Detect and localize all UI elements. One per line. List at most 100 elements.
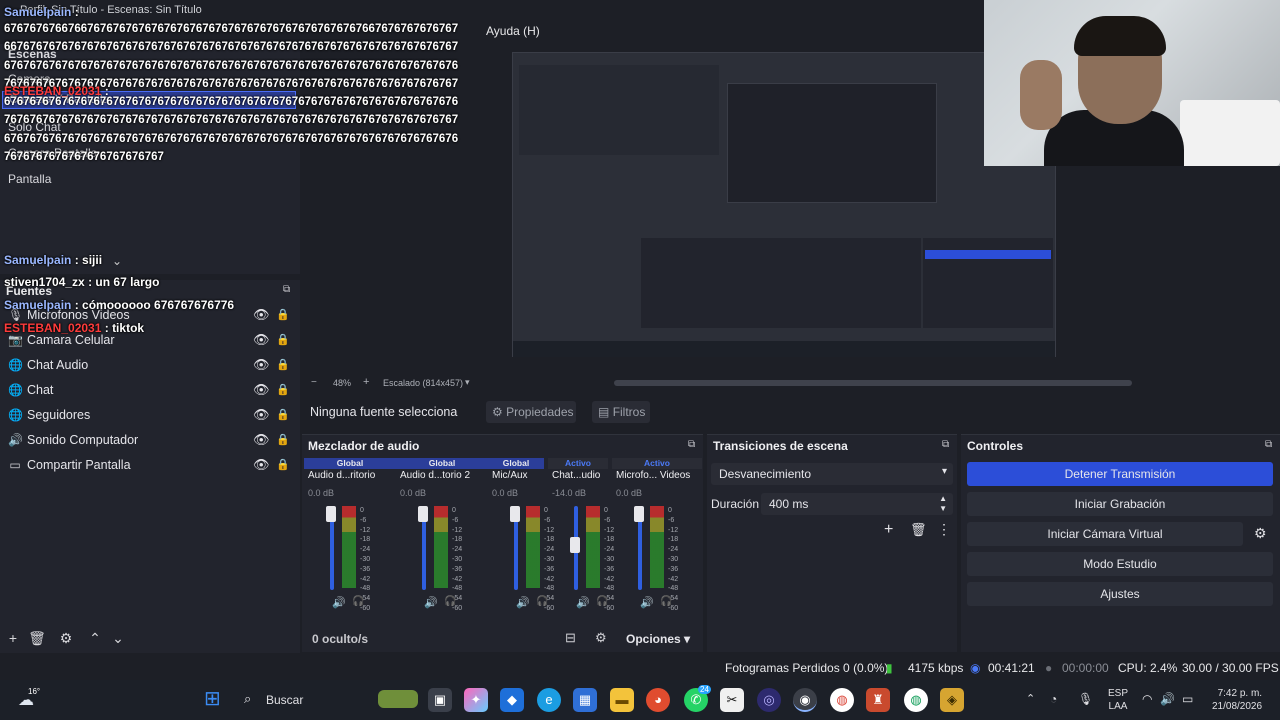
preview-scrollbar[interactable] (614, 380, 1132, 386)
language-indicator[interactable]: ESP LAA (1108, 687, 1128, 713)
tray-app-icon[interactable]: ◔ (1050, 692, 1057, 706)
start-icon[interactable]: ⊞ (204, 688, 226, 710)
search-placeholder: Buscar (266, 693, 304, 707)
microphone-icon[interactable]: 🎙 (1078, 692, 1093, 706)
app4-icon[interactable]: ◈ (940, 688, 964, 712)
duration-value: 400 ms (769, 497, 809, 511)
task-view-icon[interactable]: ▣ (428, 688, 452, 712)
channel-name[interactable]: Audio d...ritorio (308, 470, 375, 481)
wifi-icon[interactable]: ◠ (1142, 692, 1152, 706)
channel-name[interactable]: Microfo... Videos (616, 470, 690, 481)
remove-transition-icon[interactable]: 🗑 (910, 522, 927, 538)
dock-popout-icon[interactable]: ⧉ (942, 439, 954, 451)
add-source-button[interactable]: + (4, 629, 22, 647)
channel-name[interactable]: Chat...udio (552, 470, 600, 481)
lock-icon[interactable]: 🔒 (276, 433, 290, 446)
remove-source-icon[interactable]: 🗑 (28, 629, 46, 647)
chat-message: stiven1704_zx : un 67 largo (4, 273, 159, 291)
studio-mode-button[interactable]: Modo Estudio (967, 552, 1273, 576)
dropbox-icon[interactable]: ◆ (500, 688, 524, 712)
virtual-camera-button[interactable]: Iniciar Cámara Virtual (967, 522, 1243, 546)
lock-icon[interactable]: 🔒 (276, 408, 290, 421)
lock-icon[interactable]: 🔒 (276, 458, 290, 471)
webcam-background (1180, 100, 1280, 166)
chrome-icon[interactable]: ◍ (830, 688, 854, 712)
mixer-options-button[interactable]: Opciones ▾ (626, 632, 690, 646)
dock-popout-icon[interactable]: ⧉ (1265, 439, 1277, 451)
advanced-audio-icon[interactable]: ⚙ (595, 630, 607, 646)
clock[interactable]: 7:42 p. m. 21/08/2026 (1212, 687, 1262, 713)
channel-name[interactable]: Mic/Aux (492, 470, 528, 481)
chat-message: ESTEBAN_02031 : tiktok (4, 319, 144, 337)
app3-icon[interactable]: ♜ (866, 688, 890, 712)
filters-button[interactable]: ▤ Filtros (592, 401, 650, 423)
transition-select[interactable]: Desvanecimiento ▾ (711, 463, 953, 485)
eye-icon[interactable]: 👁 (253, 382, 270, 398)
move-down-icon[interactable]: ⌄ (109, 629, 127, 647)
dock-popout-icon[interactable]: ⧉ (688, 439, 700, 451)
stop-stream-button[interactable]: Detener Transmisión (967, 462, 1273, 486)
copilot-icon[interactable]: ✦ (464, 688, 488, 712)
volume-slider-handle[interactable] (326, 506, 336, 522)
mute-icon[interactable]: 🔊 (516, 596, 530, 609)
zoom-out-icon[interactable]: − (311, 377, 317, 388)
monitor-icon[interactable]: 🎧 (660, 596, 672, 607)
start-recording-button[interactable]: Iniciar Grabación (967, 492, 1273, 516)
mute-icon[interactable]: 🔊 (332, 596, 346, 609)
source-row[interactable]: ▭ Compartir Pantalla 👁 🔒 (0, 454, 300, 479)
volume-slider-handle[interactable] (510, 506, 520, 522)
source-row[interactable]: 🔊 Sonido Computador 👁 🔒 (0, 429, 300, 454)
app2-icon[interactable]: ◎ (757, 688, 781, 712)
volume-slider-handle[interactable] (634, 506, 644, 522)
app-icon[interactable]: ◕ (646, 688, 670, 712)
volume-slider-handle[interactable] (570, 536, 580, 553)
capcut-icon[interactable]: ✂ (720, 688, 744, 712)
level-meter (526, 506, 540, 588)
source-row[interactable]: 🌐 Seguidores 👁 🔒 (0, 404, 300, 429)
mute-icon[interactable]: 🔊 (640, 596, 654, 609)
monitor-icon[interactable]: 🎧 (352, 596, 364, 607)
battery-icon[interactable]: ▭ (1182, 692, 1193, 706)
obs-icon[interactable]: ◉ (793, 688, 817, 712)
source-row[interactable]: 🌐 Chat 👁 🔒 (0, 379, 300, 404)
tray-chevron-icon[interactable]: ⌃ (1026, 692, 1035, 705)
move-up-icon[interactable]: ⌃ (86, 629, 104, 647)
monitor-icon[interactable]: 🎧 (444, 596, 456, 607)
speaker-icon: 🔊 (8, 433, 23, 447)
chevron-down-icon[interactable]: ▾ (465, 377, 470, 388)
level-meter (434, 506, 448, 588)
monitor-icon[interactable]: 🎧 (536, 596, 548, 607)
duration-input[interactable]: 400 ms ▲ ▼ (761, 493, 953, 515)
volume-slider-handle[interactable] (418, 506, 428, 522)
more-options-icon[interactable]: ⋮ (937, 521, 951, 538)
eye-icon[interactable]: 👁 (253, 457, 270, 473)
level-meter (586, 506, 600, 588)
volume-icon[interactable]: 🔊 (1160, 692, 1175, 706)
store-icon[interactable]: ▦ (573, 688, 597, 712)
chrome2-icon[interactable]: ◍ (904, 688, 928, 712)
layout-icon[interactable]: ⊟ (565, 630, 576, 646)
mute-icon[interactable]: 🔊 (576, 596, 590, 609)
eye-icon[interactable]: 👁 (253, 432, 270, 448)
edge-icon[interactable]: e (537, 688, 561, 712)
monitor-icon[interactable]: 🎧 (596, 596, 608, 607)
mute-icon[interactable]: 🔊 (424, 596, 438, 609)
stream-icon: ◉ (970, 661, 981, 675)
browser-icon: 🌐 (8, 383, 23, 397)
gear-icon[interactable]: ⚙ (57, 629, 75, 647)
source-label: Chat (27, 383, 54, 397)
eye-icon[interactable]: 👁 (253, 407, 270, 423)
add-transition-button[interactable]: + (884, 521, 893, 539)
lock-icon[interactable]: 🔒 (276, 383, 290, 396)
source-label: Compartir Pantalla (27, 458, 131, 472)
properties-button[interactable]: ⚙ Propiedades (486, 401, 576, 423)
mixer-channel: Activo Chat...udio -14.0 dB 0 -6 -12 -18 -24 -30… (548, 456, 614, 616)
browser-icon: 🌐 (8, 408, 23, 422)
file-explorer-icon[interactable]: ▬ (610, 688, 634, 712)
chat-username: ESTEBAN_02031 (4, 84, 102, 98)
channel-name[interactable]: Audio d...torio 2 (400, 470, 470, 481)
gear-icon[interactable]: ⚙ (1254, 525, 1267, 542)
webcam-person-hand (1020, 60, 1062, 130)
zoom-in-icon[interactable]: + (363, 376, 369, 388)
settings-button[interactable]: Ajustes (967, 582, 1273, 606)
